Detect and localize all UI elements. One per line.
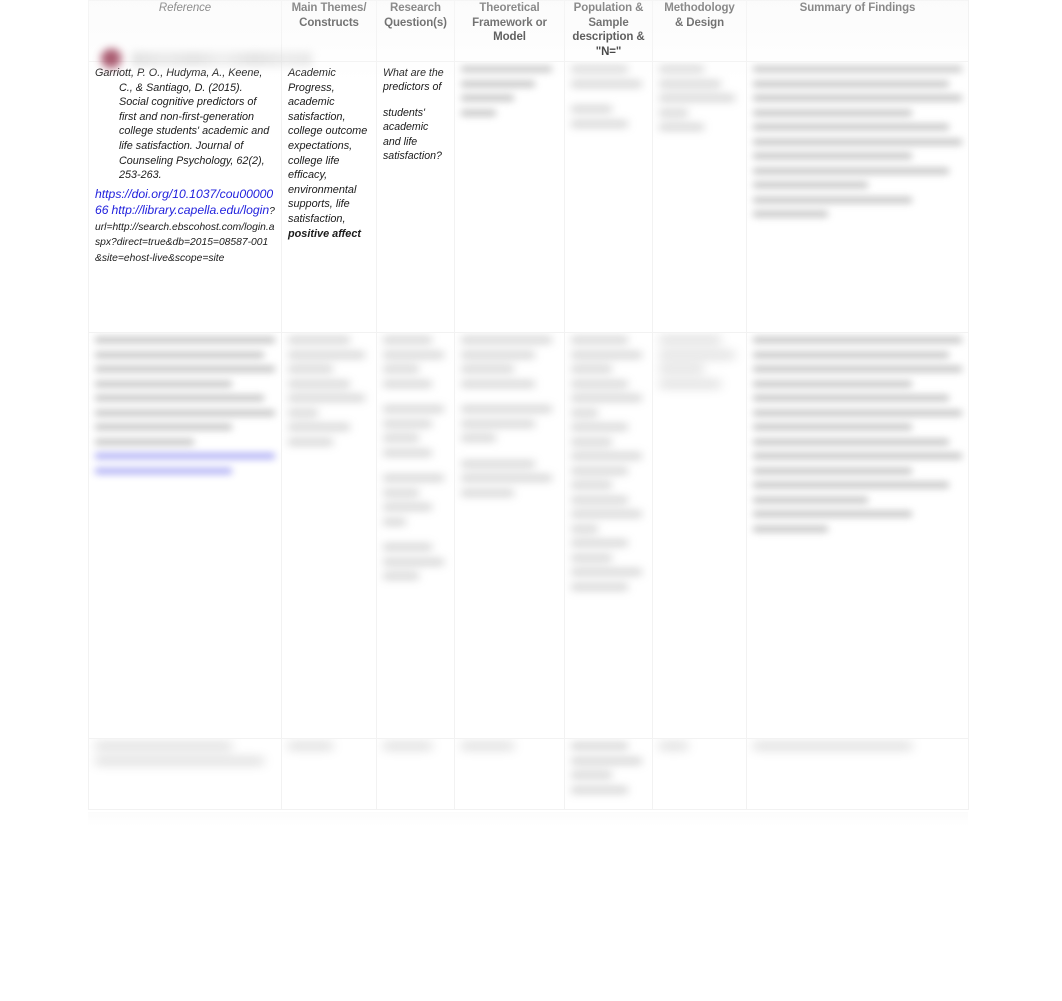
column-header-research-question: Research Question(s) [376, 0, 455, 62]
column-header-research-question-label: Research Question(s) [384, 2, 447, 29]
main-themes-emphasis: positive affect [288, 227, 362, 240]
main-themes-plain: Academic Progress, academic satisfaction… [288, 67, 368, 225]
document-sheet: Reference Main Themes/ Constructs Resear… [88, 0, 969, 824]
redacted-content-population-sample [571, 337, 646, 590]
table-row [88, 738, 969, 810]
column-header-summary-findings-label: Summary of Findings [799, 2, 916, 14]
main-themes-text: Academic Progress, academic satisfaction… [288, 66, 370, 241]
cell-theoretical-framework [454, 61, 565, 333]
column-header-population-sample-label: Population & Sample description & "N=" [572, 2, 645, 58]
citation-text: Garriott, P. O., Hudyma, A., Keene, C., … [95, 66, 275, 183]
redacted-content-methodology-design [659, 337, 740, 387]
cell-summary-findings [746, 61, 969, 333]
cell-reference: Garriott, P. O., Hudyma, A., Keene, C., … [88, 61, 282, 333]
table-row: Garriott, P. O., Hudyma, A., Keene, C., … [88, 61, 969, 333]
research-question-line-1: What are the predictors of [383, 67, 444, 94]
redacted-content-summary-findings [753, 743, 962, 749]
cell-main-themes: Academic Progress, academic satisfaction… [281, 61, 377, 333]
cell-summary-findings [746, 332, 969, 739]
cell-main-themes [281, 738, 377, 810]
column-header-methodology-design-label: Methodology & Design [664, 2, 735, 29]
cell-theoretical-framework [454, 332, 565, 739]
cell-methodology-design [652, 738, 747, 810]
column-header-reference: Reference [88, 0, 282, 62]
library-proxy-link[interactable]: http://library.capella.edu/login [112, 203, 270, 217]
redacted-content-methodology-design [659, 743, 740, 749]
redacted-content-summary-findings [753, 337, 962, 532]
redacted-content-main-themes [288, 743, 370, 749]
cell-theoretical-framework [454, 738, 565, 810]
table-header-row: Reference Main Themes/ Constructs Resear… [88, 0, 969, 62]
redacted-content-research-question [383, 337, 448, 579]
column-header-reference-label: Reference [158, 2, 212, 14]
column-header-main-themes: Main Themes/ Constructs [281, 0, 377, 62]
literature-review-matrix: Reference Main Themes/ Constructs Resear… [88, 0, 969, 810]
column-header-summary-findings: Summary of Findings [746, 0, 969, 62]
cell-population-sample [564, 332, 653, 739]
cell-reference [88, 738, 282, 810]
column-header-main-themes-label: Main Themes/ Constructs [291, 2, 367, 29]
redacted-content-population-sample [571, 66, 646, 127]
column-header-theoretical-framework: Theoretical Framework or Model [454, 0, 565, 62]
redacted-content-main-themes [288, 337, 370, 445]
column-header-population-sample: Population & Sample description & "N=" [564, 0, 653, 62]
redacted-content-theoretical-framework [461, 337, 558, 496]
cell-methodology-design [652, 61, 747, 333]
redacted-content-theoretical-framework [461, 743, 558, 749]
cell-main-themes [281, 332, 377, 739]
citation-body: C., & Santiago, D. (2015). Social cognit… [119, 81, 270, 182]
redacted-content-population-sample [571, 743, 646, 793]
cell-research-question [376, 738, 455, 810]
column-header-methodology-design: Methodology & Design [652, 0, 747, 62]
cell-population-sample [564, 738, 653, 810]
cell-reference [88, 332, 282, 739]
cell-methodology-design [652, 332, 747, 739]
redacted-content-theoretical-framework [461, 66, 558, 116]
table-row [88, 332, 969, 739]
cell-population-sample [564, 61, 653, 333]
citation-first-line: Garriott, P. O., Hudyma, A., Keene, [95, 67, 263, 79]
column-header-theoretical-framework-label: Theoretical Framework or Model [472, 2, 547, 44]
redacted-content-research-question [383, 743, 448, 749]
reference-links: https://doi.org/10.1037/cou0000066 http:… [95, 186, 275, 267]
redacted-content-summary-findings [753, 66, 962, 217]
redacted-content-reference [95, 743, 275, 764]
cell-research-question [376, 332, 455, 739]
research-question-text: What are the predictors of students' aca… [383, 66, 448, 163]
redacted-content-reference [95, 337, 275, 474]
cell-research-question: What are the predictors of students' aca… [376, 61, 455, 333]
cell-summary-findings [746, 738, 969, 810]
document-canvas: Reference Main Themes/ Constructs Resear… [0, 0, 1062, 1001]
research-question-line-2: students' academic and life satisfaction… [383, 106, 442, 163]
redacted-content-methodology-design [659, 66, 740, 130]
